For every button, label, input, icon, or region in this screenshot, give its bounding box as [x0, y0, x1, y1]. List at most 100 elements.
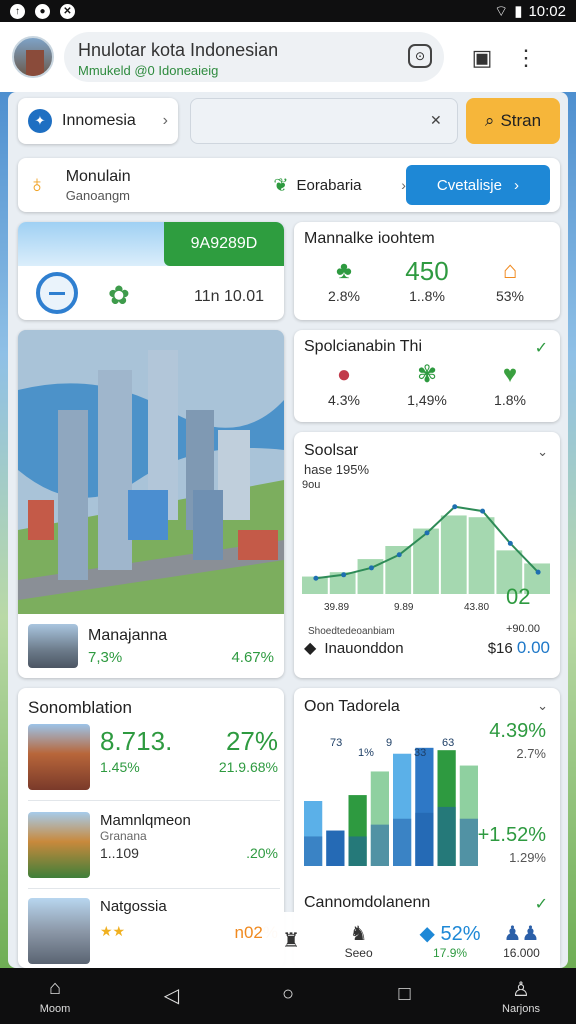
tab-robot[interactable]: ♜ — [272, 928, 310, 953]
heart-icon: ♥ — [502, 361, 518, 388]
country-selector[interactable]: ✦ Innomesia › — [18, 98, 178, 144]
chat-icon: ● — [35, 3, 50, 19]
nav-back[interactable]: ◁ — [147, 983, 197, 1009]
tab-stat[interactable]: ◆ 52% 17.9% — [407, 921, 493, 960]
chart-subtitle: hase 195% — [304, 462, 370, 477]
chevron-down-icon[interactable]: ⌄ — [537, 444, 548, 460]
pin-icon: ♁ — [28, 171, 46, 198]
compass-icon: ✦ — [28, 109, 52, 133]
avatar[interactable] — [12, 36, 54, 78]
nav-home[interactable]: ⌂ Moom — [30, 977, 80, 1015]
more-icon[interactable]: ⋮ — [514, 45, 538, 70]
nav-profile-label: Narjons — [502, 1003, 540, 1015]
stats-title: Spolcianabin Thi — [304, 338, 423, 355]
chat-bubble-icon[interactable]: ▣ — [470, 45, 494, 70]
people-icon: ♟♟ — [503, 922, 540, 945]
stats-card-1: Mannalke ioohtem ♣ 2.8% 450 1..8% ⌂ 53% — [294, 222, 560, 320]
tabs-icon[interactable]: ⊙ — [408, 44, 432, 68]
nav-home-label: Moom — [39, 1003, 71, 1015]
item-big-left: 8.713. — [100, 726, 173, 756]
tab-animal[interactable]: ♞ Seeo — [330, 921, 387, 960]
list-item[interactable]: Natgossia ★★ n02% — [28, 898, 278, 964]
cluster-icon: ✾ — [416, 361, 438, 388]
summary-button[interactable]: 9A9289D — [164, 222, 284, 266]
bar-secondary — [326, 830, 345, 866]
x-tick-label: 39.89 — [324, 602, 349, 613]
robot-icon: ♜ — [282, 929, 300, 952]
monument-image — [28, 812, 90, 878]
data-point — [507, 540, 513, 546]
app-bar: Hnulotar kota Indonesian Mmukeld @0 Idon… — [0, 22, 576, 92]
recents-icon: □ — [398, 983, 411, 1005]
side-value: 2.7% — [516, 746, 546, 761]
list-item[interactable]: 8.713. 27% 1.45% 21.9.68% — [28, 724, 278, 790]
area-step — [440, 515, 467, 594]
stat-value: 2.8% — [328, 288, 360, 304]
search-input[interactable] — [190, 98, 458, 144]
bar-secondary — [437, 806, 456, 866]
nav-profile[interactable]: ♙ Narjons — [496, 977, 546, 1015]
start-label: Stran — [500, 111, 542, 130]
list-title: Sonomblation — [28, 698, 132, 717]
cta-button[interactable]: Cvetalisje › — [405, 165, 550, 205]
divider — [28, 800, 280, 801]
tree-icon: ♣ — [336, 257, 352, 284]
location-area[interactable]: Eorabaria — [296, 177, 395, 194]
stats-title: Mannalke ioohtem — [304, 230, 435, 247]
summary-value: 11n 10.01 — [194, 288, 264, 305]
start-button[interactable]: ⌕ Stran — [466, 98, 560, 144]
item-small-right: 21.9.68% — [218, 759, 278, 775]
gauge-icon — [36, 272, 78, 314]
chevron-down-icon[interactable]: ⌄ — [537, 698, 548, 714]
chart-title: Soolsar — [304, 442, 359, 459]
data-point — [341, 572, 347, 578]
tab-label: Seeo — [344, 945, 373, 960]
data-label: 63 — [442, 737, 454, 749]
stats-card-2: Spolcianabin Thi ✓ ● 4.3% ✾ 1,49% ♥ 1.8% — [294, 330, 560, 422]
nav-recents[interactable]: □ — [380, 983, 430, 1009]
bar-secondary — [370, 824, 389, 866]
stat-value: 1.8% — [494, 392, 526, 408]
item-big-right: 27% — [225, 726, 278, 756]
callout-label: +90.00 — [506, 623, 540, 635]
signal-icon: ▮ — [514, 3, 523, 20]
location-title: Monulain — [65, 167, 131, 185]
bar-secondary — [415, 812, 434, 866]
list-item[interactable]: Mamnlqmeon Granana 1..109 .20% — [28, 812, 278, 878]
tab-people[interactable]: ♟♟ 16.000 — [493, 921, 550, 960]
data-point — [424, 530, 430, 536]
callout-value: 02 — [506, 584, 530, 609]
data-label: 33 — [414, 747, 426, 759]
title-box[interactable]: Hnulotar kota Indonesian Mmukeld @0 Idon… — [64, 32, 444, 82]
temple-image — [28, 724, 90, 790]
item-small-left: 1.45% — [100, 759, 140, 775]
city-right-value: 4.67% — [231, 648, 274, 666]
list-card: Sonomblation 8.713. 27% 1.45% 21.9.68% M… — [18, 688, 284, 968]
profile-icon: ♙ — [512, 979, 530, 1001]
data-point — [396, 552, 402, 558]
data-point — [313, 575, 319, 581]
page-subtitle: Mmukeld @0 Idoneaieig — [78, 63, 219, 78]
city-footer: Manajanna 7,3% 4.67% — [18, 614, 284, 678]
clover-icon: ✿ — [108, 280, 130, 310]
item-name: Mamnlqmeon — [100, 812, 191, 829]
wifi-icon: ⌔ — [494, 2, 509, 20]
nav-circle[interactable]: ○ — [263, 983, 313, 1009]
clear-icon[interactable]: ✕ — [430, 112, 442, 129]
bar-secondary — [459, 818, 478, 866]
status-time: 10:02 — [528, 2, 566, 20]
side-value: +1.52% — [477, 824, 546, 846]
tab-value-sub: 17.9% — [433, 945, 468, 960]
city-card[interactable]: Manajanna 7,3% 4.67% — [18, 330, 284, 678]
info-row[interactable]: ◆ Inauonddon $16 0.00 — [304, 638, 550, 658]
chevron-right-icon: › — [162, 112, 168, 129]
city-title: Manajanna — [88, 626, 168, 644]
location-subtitle: Ganoangm — [65, 187, 131, 203]
diamond-icon: ◆ — [419, 922, 435, 945]
data-label: 9 — [386, 737, 392, 749]
city-left-value: 7,3% — [88, 648, 123, 666]
data-label: 1% — [358, 747, 374, 759]
area-chart-card: Soolsar hase 195% ⌄ 9ou 39.89 9.89 43.80 Sho… — [294, 432, 560, 678]
chart-footer-label: Shoedtedeoanbiam — [308, 626, 395, 636]
check-icon: ✓ — [534, 896, 548, 913]
